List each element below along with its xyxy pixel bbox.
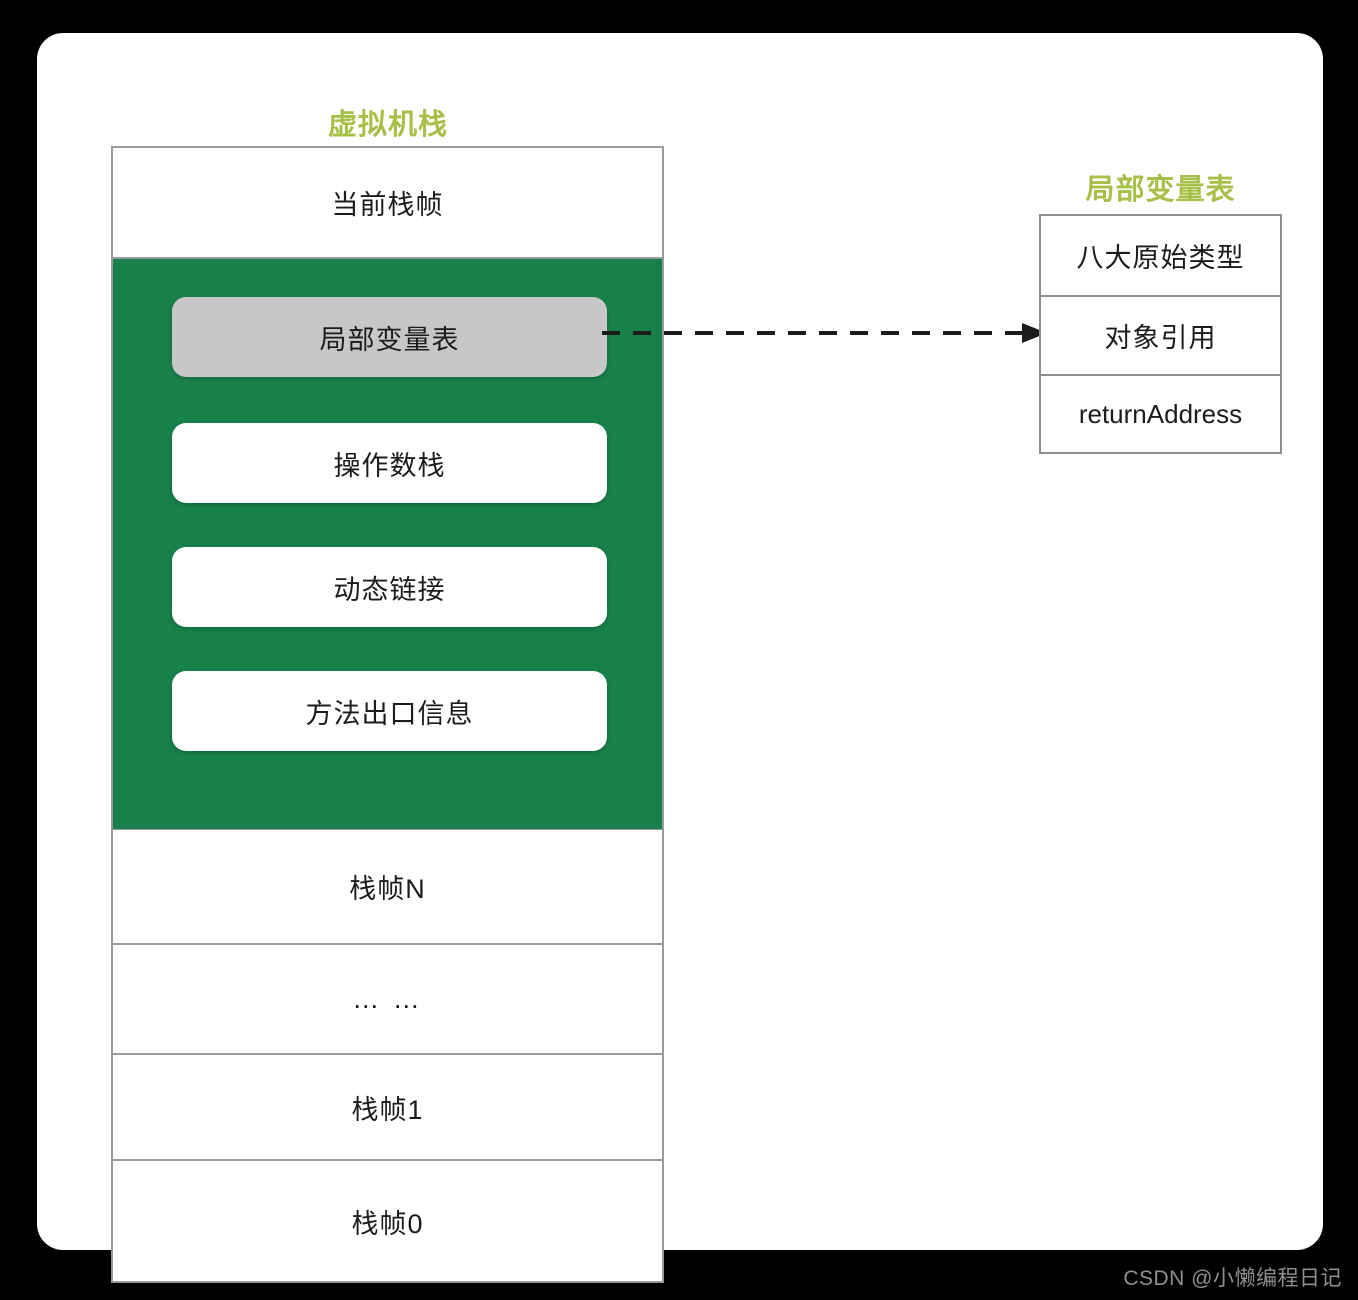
- lvt-row-label: returnAddress: [1078, 399, 1243, 429]
- stack-row-label: 栈帧0: [351, 1208, 424, 1239]
- csdn-watermark: CSDN @小懒编程日记: [1123, 1267, 1342, 1290]
- stack-row-frame-1: 栈帧1: [113, 1055, 662, 1161]
- local-variable-table-title: 局部变量表: [1085, 174, 1236, 206]
- frame-detail-dynamic-linking[interactable]: 动态链接: [172, 547, 607, 627]
- diagram-card: 虚拟机栈 局部变量表 当前栈帧 局部变量表 操作数栈 动态链接 方法出口信息 栈…: [37, 33, 1323, 1283]
- lvt-row-object-reference: 对象引用: [1041, 295, 1280, 374]
- frame-detail-local-variable-table[interactable]: 局部变量表: [172, 297, 607, 377]
- stack-row-ellipsis: … …: [113, 945, 662, 1055]
- stack-row-label: 栈帧N: [349, 874, 426, 904]
- frame-detail-label: 动态链接: [333, 574, 446, 605]
- local-variable-table: 八大原始类型 对象引用 returnAddress: [1039, 214, 1282, 454]
- frame-detail-method-exit-info[interactable]: 方法出口信息: [172, 671, 607, 751]
- lvt-row-primitive-types: 八大原始类型: [1041, 216, 1280, 295]
- lvt-row-label: 八大原始类型: [1076, 243, 1245, 273]
- dashed-arrow-connector: [602, 323, 1047, 343]
- stack-row-frame-0: 栈帧0: [113, 1161, 662, 1281]
- stack-row-label: 当前栈帧: [331, 190, 444, 220]
- diagram-canvas: 虚拟机栈 局部变量表 当前栈帧 局部变量表 操作数栈 动态链接 方法出口信息 栈…: [0, 0, 1358, 1300]
- stack-row-label: … …: [352, 983, 423, 1014]
- frame-detail-label: 操作数栈: [333, 450, 446, 481]
- vm-stack-box: 当前栈帧 局部变量表 操作数栈 动态链接 方法出口信息 栈帧N … … 栈帧1 …: [111, 146, 664, 1283]
- stack-row-label: 栈帧1: [351, 1094, 424, 1125]
- stack-row-current-frame: 当前栈帧: [113, 148, 662, 259]
- lvt-row-return-address: returnAddress: [1041, 374, 1280, 453]
- frame-detail-label: 局部变量表: [319, 324, 460, 355]
- vm-stack-title: 虚拟机栈: [327, 109, 448, 141]
- current-frame-detail-panel: 局部变量表 操作数栈 动态链接 方法出口信息: [113, 259, 662, 829]
- frame-detail-label: 方法出口信息: [305, 698, 474, 729]
- stack-row-frame-n: 栈帧N: [113, 829, 662, 945]
- frame-detail-operand-stack[interactable]: 操作数栈: [172, 423, 607, 503]
- lvt-row-label: 对象引用: [1104, 323, 1217, 353]
